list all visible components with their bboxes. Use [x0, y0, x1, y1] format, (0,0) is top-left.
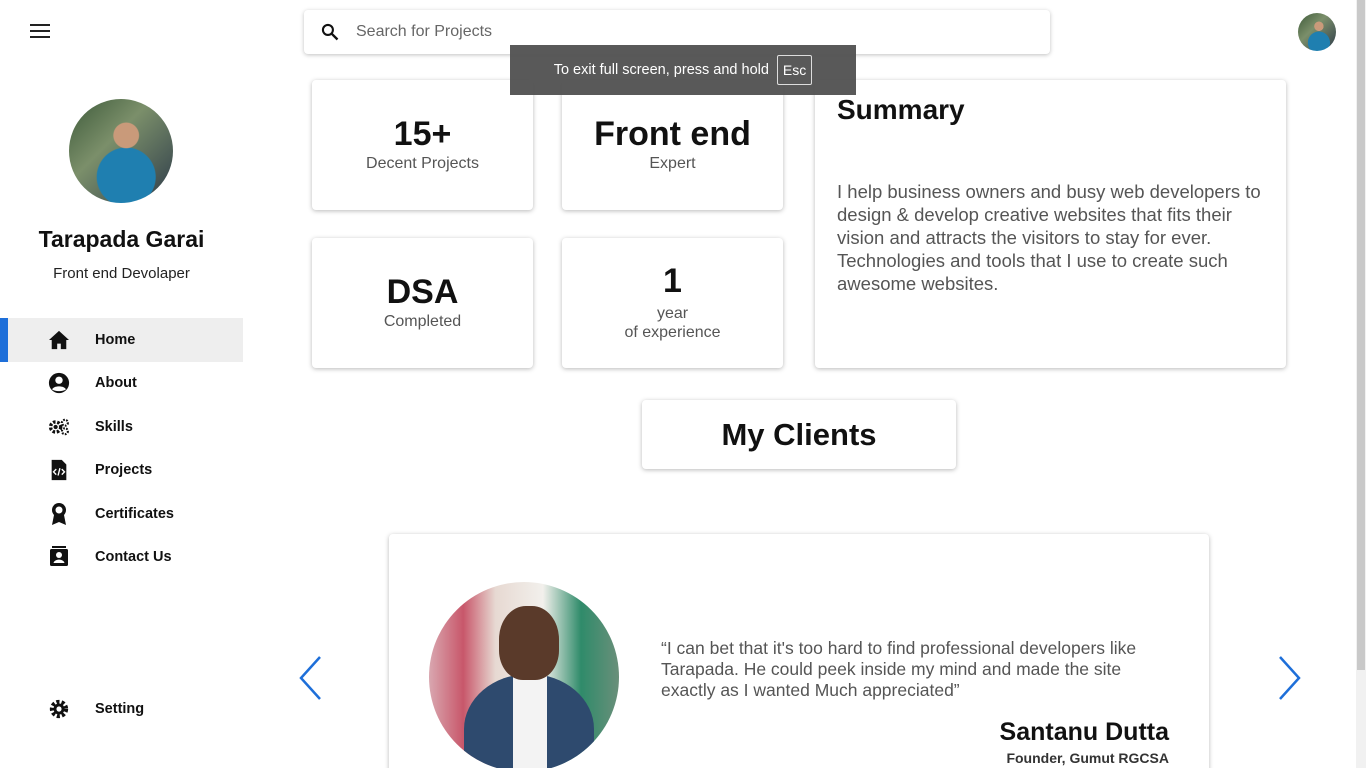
sidebar: Tarapada Garai Front end Devolaper Home …: [0, 0, 243, 768]
client-photo: [429, 582, 619, 768]
search-input[interactable]: [356, 23, 996, 41]
stat-value: Front end: [594, 114, 751, 153]
gear-icon: [48, 698, 70, 720]
stat-card-dsa: DSA Completed: [312, 238, 533, 368]
sidebar-item-label: Setting: [95, 700, 145, 717]
sidebar-item-certificates[interactable]: Certificates: [0, 492, 243, 536]
hamburger-menu-icon[interactable]: [30, 24, 50, 40]
search-icon: [320, 22, 340, 42]
chevron-left-icon: [299, 656, 321, 700]
summary-text: I help business owners and busy web deve…: [837, 181, 1261, 294]
clients-title-card: My Clients: [642, 400, 956, 469]
stat-value: 15+: [393, 114, 452, 153]
sidebar-item-about[interactable]: About: [0, 362, 243, 406]
user-avatar[interactable]: [1298, 13, 1336, 51]
carousel-prev-button[interactable]: [296, 654, 326, 702]
profile-name: Tarapada Garai: [38, 226, 205, 252]
chevron-right-icon: [1279, 656, 1301, 700]
summary-title: Summary: [837, 94, 965, 125]
stat-value: 1: [663, 261, 682, 300]
stat-label: Decent Projects: [366, 155, 479, 173]
testimonial-quote: “I can bet that it's too hard to find pr…: [661, 638, 1137, 700]
summary-card: Summary I help business owners and busy …: [815, 80, 1286, 368]
home-icon: [48, 329, 70, 351]
client-name: Santanu Dutta: [999, 718, 1169, 746]
sidebar-item-label: Skills: [95, 418, 133, 435]
sidebar-item-setting[interactable]: Setting: [0, 687, 243, 731]
testimonial-card: “I can bet that it's too hard to find pr…: [389, 534, 1209, 768]
stat-value: DSA: [386, 272, 459, 311]
toast-text: To exit full screen, press and hold: [553, 62, 769, 78]
scrollbar-thumb[interactable]: [1357, 0, 1365, 670]
sidebar-item-contact[interactable]: Contact Us: [0, 536, 243, 580]
sidebar-item-label: Home: [95, 331, 136, 348]
carousel-next-button[interactable]: [1274, 654, 1304, 702]
fullscreen-toast: To exit full screen, press and hold Esc: [510, 45, 856, 95]
gears-icon: [48, 416, 70, 438]
sidebar-item-label: Projects: [95, 462, 153, 479]
sidebar-item-home[interactable]: Home: [0, 318, 243, 362]
profile-avatar: [69, 99, 173, 203]
sidebar-item-projects[interactable]: Projects: [0, 449, 243, 493]
sidebar-nav: Home About Skills Projects Certificates: [0, 318, 243, 579]
profile-role: Front end Devolaper: [53, 265, 190, 282]
stat-label: Expert: [649, 155, 696, 173]
client-role: Founder, Gumut RGCSA: [1006, 750, 1169, 766]
clients-title: My Clients: [721, 416, 877, 452]
stat-label: Completed: [383, 313, 462, 331]
stat-card-experience: 1 year of experience: [562, 238, 783, 368]
stat-label-secondary: of experience: [624, 323, 721, 341]
stat-card-projects: 15+ Decent Projects: [312, 80, 533, 210]
sidebar-item-skills[interactable]: Skills: [0, 405, 243, 449]
stat-card-expertise: Front end Expert: [562, 80, 783, 210]
sidebar-item-label: Contact Us: [95, 549, 172, 566]
sidebar-item-label: About: [95, 375, 137, 392]
contact-card-icon: [48, 546, 70, 568]
stat-label: year: [656, 304, 689, 322]
award-icon: [48, 502, 70, 525]
account-circle-icon: [48, 372, 70, 394]
sidebar-item-label: Certificates: [95, 505, 174, 522]
esc-key-badge: Esc: [776, 55, 813, 85]
code-file-icon: [48, 459, 70, 481]
